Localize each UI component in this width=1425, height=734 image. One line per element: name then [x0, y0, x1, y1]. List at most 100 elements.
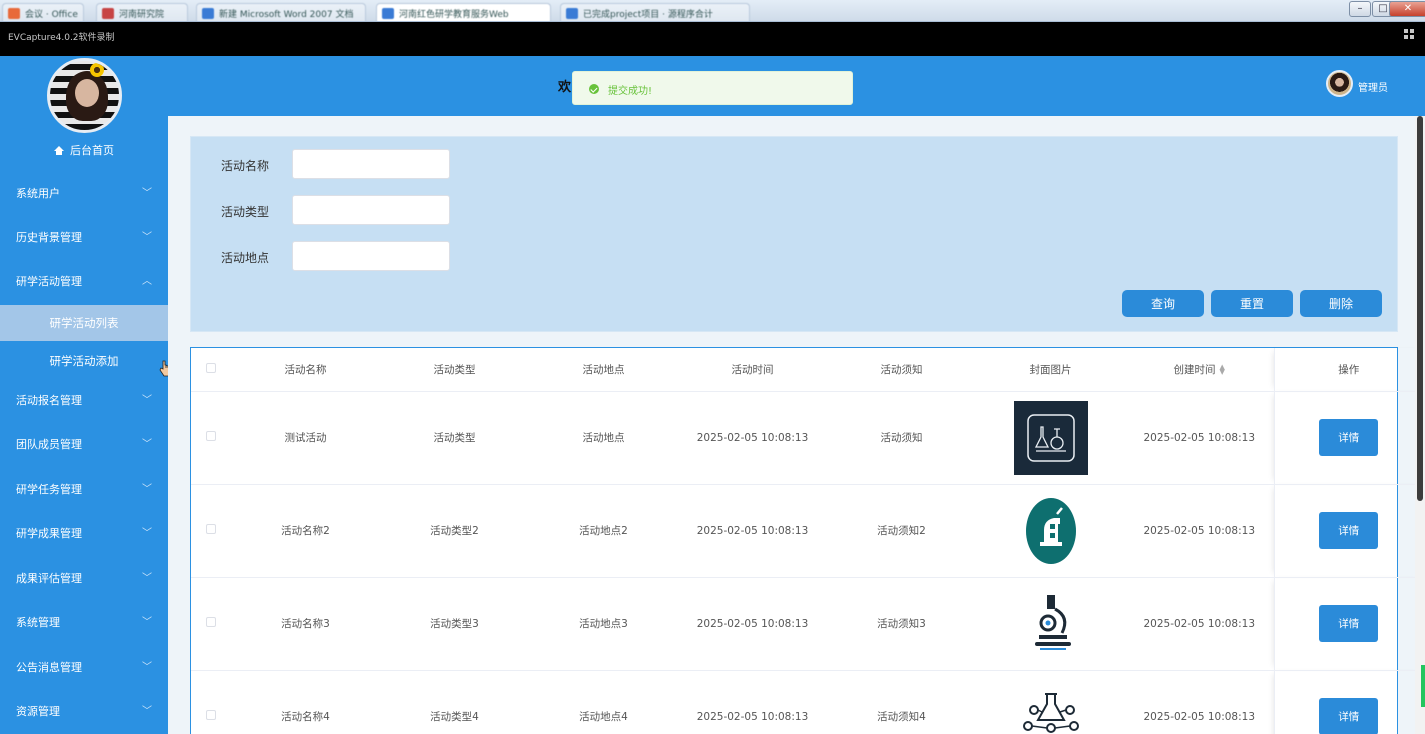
column-header: 活动名称	[231, 348, 380, 392]
search-panel: 活动名称 活动类型 活动地点 查询 重置 删除	[190, 136, 1398, 332]
chevron-down-icon: ﹀	[142, 706, 152, 717]
table-header-row: 活动名称 活动类型 活动地点 活动时间 活动须知 封面图片 创建时间 ▲ ▼ 操作	[191, 348, 1415, 392]
field-label-activity-name: 活动名称	[221, 159, 270, 173]
submenu-activity-list[interactable]: 研学活动列表	[0, 305, 168, 341]
lab-tools-icon	[1013, 400, 1088, 475]
detail-button[interactable]: 详情	[1319, 512, 1379, 549]
sidebar-item-team-members[interactable]: 团队成员管理 ﹀	[0, 423, 168, 467]
delete-button[interactable]: 删除	[1300, 290, 1382, 317]
molecule-flask-icon	[1022, 692, 1079, 733]
cell-cover	[976, 484, 1125, 578]
admin-avatar[interactable]	[1326, 70, 1353, 97]
cell-notice: 活动须知2	[827, 484, 976, 578]
submenu-activity-add[interactable]: 研学活动添加	[0, 343, 168, 379]
cell-notice: 活动须知	[827, 391, 976, 485]
welcome-title: 欢	[558, 80, 572, 95]
chevron-down-icon: ﹀	[142, 484, 152, 495]
select-all-checkbox[interactable]	[191, 348, 231, 392]
chevron-down-icon: ﹀	[142, 573, 152, 584]
sidebar-item-history[interactable]: 历史背景管理 ﹀	[0, 216, 168, 260]
avatar	[47, 58, 122, 133]
toast-message: 提交成功!	[608, 86, 653, 97]
row-checkbox[interactable]	[191, 670, 231, 734]
sidebar-item-evaluation[interactable]: 成果评估管理 ﹀	[0, 557, 168, 601]
sidebar-item-registration[interactable]: 活动报名管理 ﹀	[0, 379, 168, 423]
main-content: 活动名称 活动类型 活动地点 查询 重置 删除 活动名称 活动类型 活动地点 活…	[168, 116, 1415, 734]
table-row: 活动名称3 活动类型3 活动地点3 2025-02-05 10:08:13 活动…	[191, 577, 1415, 671]
sort-icon[interactable]: ▲ ▼	[1220, 363, 1225, 375]
row-checkbox[interactable]	[191, 577, 231, 671]
activity-place-input[interactable]	[292, 241, 450, 271]
browser-tab[interactable]: 会议 · Office	[2, 3, 84, 21]
chevron-down-icon: ﹀	[142, 232, 152, 243]
row-checkbox[interactable]	[191, 391, 231, 485]
query-button[interactable]: 查询	[1122, 290, 1204, 317]
app-icon	[102, 8, 114, 19]
sidebar: 后台首页 系统用户 ﹀ 历史背景管理 ﹀ 研学活动管理 ︿ 研学活动列表 研学活动添加…	[0, 56, 168, 734]
cell-time: 2025-02-05 10:08:13	[678, 577, 827, 671]
cell-created: 2025-02-05 10:08:13	[1125, 670, 1274, 734]
cell-place: 活动地点4	[529, 670, 678, 734]
close-button[interactable]: ✕	[1389, 1, 1425, 17]
recorder-title: EVCapture4.0.2软件录制	[8, 33, 115, 43]
column-header: 活动地点	[529, 348, 678, 392]
cell-action: 详情	[1273, 391, 1415, 485]
detail-button[interactable]: 详情	[1319, 698, 1379, 734]
sidebar-item-notices[interactable]: 公告消息管理 ﹀	[0, 646, 168, 690]
top-header: 欢 提交成功! 管理员	[168, 56, 1425, 116]
cell-notice: 活动须知4	[827, 670, 976, 734]
microscope-badge-icon	[1025, 497, 1076, 564]
cell-created: 2025-02-05 10:08:13	[1125, 577, 1274, 671]
scrollbar-thumb[interactable]	[1417, 116, 1423, 501]
browser-tab[interactable]: 已完成project项目 · 源程序合计	[560, 3, 750, 21]
cell-cover	[976, 577, 1125, 671]
cell-type: 活动类型	[380, 391, 529, 485]
column-header-sortable[interactable]: 创建时间 ▲ ▼	[1125, 348, 1274, 392]
column-header: 活动类型	[380, 348, 529, 392]
minimize-button[interactable]: –	[1349, 1, 1371, 17]
table-row: 活动名称2 活动类型2 活动地点2 2025-02-05 10:08:13 活动…	[191, 484, 1415, 578]
cell-notice: 活动须知3	[827, 577, 976, 671]
cell-name: 活动名称4	[231, 670, 380, 734]
detail-button[interactable]: 详情	[1319, 419, 1379, 456]
cell-created: 2025-02-05 10:08:13	[1125, 484, 1274, 578]
sidebar-item-results[interactable]: 研学成果管理 ﹀	[0, 512, 168, 556]
cell-type: 活动类型2	[380, 484, 529, 578]
column-header: 活动须知	[827, 348, 976, 392]
sidebar-item-resources[interactable]: 资源管理 ﹀	[0, 690, 168, 734]
sidebar-item-tasks[interactable]: 研学任务管理 ﹀	[0, 468, 168, 512]
cell-time: 2025-02-05 10:08:13	[678, 670, 827, 734]
chevron-down-icon: ﹀	[142, 617, 152, 628]
admin-name[interactable]: 管理员	[1358, 79, 1388, 94]
sidebar-item-study-activities[interactable]: 研学活动管理 ︿	[0, 260, 168, 304]
row-checkbox[interactable]	[191, 484, 231, 578]
activity-table: 活动名称 活动类型 活动地点 活动时间 活动须知 封面图片 创建时间 ▲ ▼ 操作 …	[190, 347, 1415, 734]
page-scrollbar[interactable]	[1415, 116, 1425, 734]
sidebar-item-system-users[interactable]: 系统用户 ﹀	[0, 172, 168, 216]
chevron-down-icon: ﹀	[142, 188, 152, 199]
cell-name: 活动名称2	[231, 484, 380, 578]
column-header: 操作	[1273, 348, 1415, 392]
cell-cover	[976, 670, 1125, 734]
sidebar-item-system[interactable]: 系统管理 ﹀	[0, 601, 168, 645]
cell-action: 详情	[1273, 670, 1415, 734]
browser-tab[interactable]: 河南研究院	[96, 3, 188, 21]
app-icon	[8, 8, 20, 19]
grid-menu-icon[interactable]	[1404, 29, 1415, 40]
cell-place: 活动地点3	[529, 577, 678, 671]
cell-name: 活动名称3	[231, 577, 380, 671]
detail-button[interactable]: 详情	[1319, 605, 1379, 642]
sidebar-home[interactable]: 后台首页	[0, 142, 168, 158]
chevron-down-icon: ﹀	[142, 662, 152, 673]
activity-type-input[interactable]	[292, 195, 450, 225]
browser-tab-active[interactable]: 河南红色研学教育服务Web	[376, 3, 551, 21]
chevron-up-icon: ︿	[142, 276, 152, 287]
chevron-down-icon: ﹀	[142, 439, 152, 450]
column-header: 活动时间	[678, 348, 827, 392]
browser-tab[interactable]: 新建 Microsoft Word 2007 文档	[196, 3, 366, 21]
page-icon	[566, 8, 578, 19]
reset-button[interactable]: 重置	[1211, 290, 1293, 317]
cell-action: 详情	[1273, 484, 1415, 578]
activity-name-input[interactable]	[292, 149, 450, 179]
column-header: 封面图片	[976, 348, 1125, 392]
